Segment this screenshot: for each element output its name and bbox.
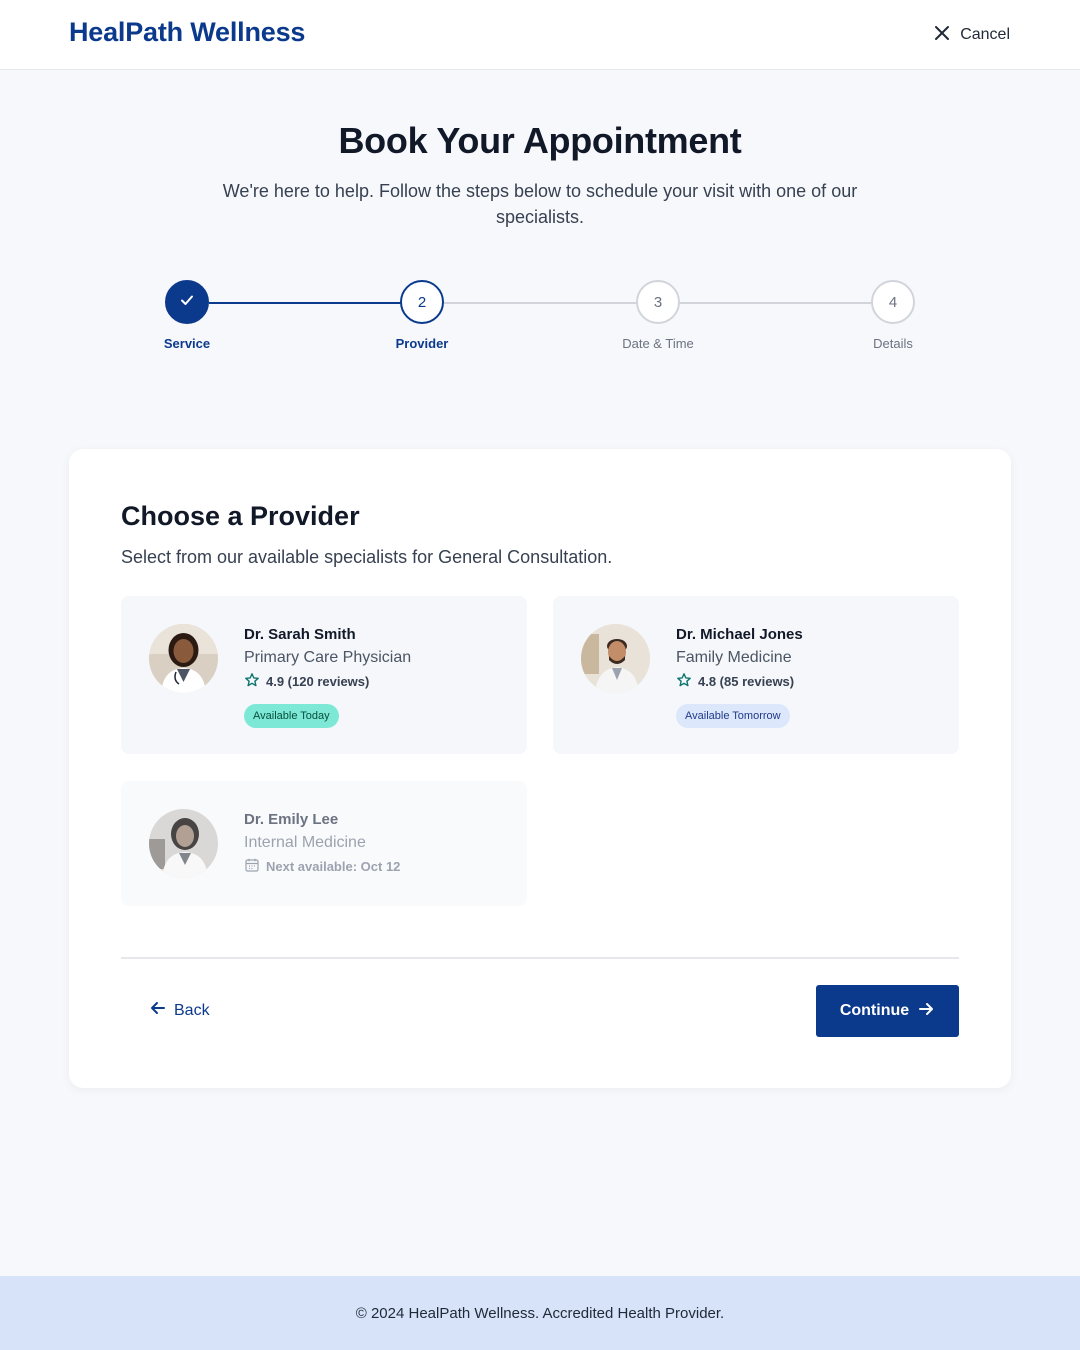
back-button[interactable]: Back bbox=[149, 999, 210, 1022]
calendar-icon bbox=[244, 857, 260, 876]
rating-text: 4.8 (85 reviews) bbox=[698, 674, 795, 689]
provider-specialty: Internal Medicine bbox=[244, 834, 366, 851]
provider-name: Dr. Michael Jones bbox=[676, 626, 803, 643]
next-available-text: Next available: Oct 12 bbox=[266, 859, 401, 874]
progress-stepper: Service 2 Provider 3 Date & Time 4 Detai… bbox=[0, 280, 1080, 360]
avatar bbox=[149, 624, 218, 693]
section-subtitle: Select from our available specialists fo… bbox=[121, 547, 613, 567]
cancel-label: Cancel bbox=[960, 26, 1010, 43]
provider-specialty: Family Medicine bbox=[676, 649, 792, 666]
step-provider[interactable]: 2 Provider bbox=[367, 280, 477, 351]
step-label: Details bbox=[873, 336, 913, 351]
provider-selection-card: Choose a Provider Select from our availa… bbox=[69, 449, 1011, 1088]
star-icon bbox=[676, 672, 692, 691]
avatar bbox=[581, 624, 650, 693]
provider-card-emily-lee[interactable]: Dr. Emily Lee Internal Medicine Next ava… bbox=[121, 781, 527, 906]
step-label: Service bbox=[163, 336, 211, 351]
step-circle: 4 bbox=[871, 280, 915, 324]
step-label: Provider bbox=[395, 336, 449, 351]
step-circle-active: 2 bbox=[400, 280, 444, 324]
provider-info: Dr. Michael Jones Family Medicine 4.8 (8… bbox=[676, 626, 803, 728]
step-date-time[interactable]: 3 Date & Time bbox=[603, 280, 713, 351]
page-subtitle: We're here to help. Follow the steps bel… bbox=[222, 181, 858, 227]
step-details[interactable]: 4 Details bbox=[838, 280, 948, 351]
step-label: Date & Time bbox=[622, 336, 694, 351]
arrow-left-icon bbox=[149, 999, 167, 1022]
footer-copyright: © 2024 HealPath Wellness. Accredited Hea… bbox=[355, 1304, 725, 1322]
continue-label: Continue bbox=[839, 1002, 910, 1019]
provider-info: Dr. Emily Lee Internal Medicine Next ava… bbox=[244, 811, 400, 876]
provider-info: Dr. Sarah Smith Primary Care Physician 4… bbox=[244, 626, 411, 728]
provider-rating: 4.8 (85 reviews) bbox=[676, 672, 803, 691]
footer: © 2024 HealPath Wellness. Accredited Hea… bbox=[0, 1276, 1080, 1350]
check-icon bbox=[178, 291, 196, 313]
provider-card-michael-jones[interactable]: Dr. Michael Jones Family Medicine 4.8 (8… bbox=[553, 596, 959, 754]
avatar bbox=[149, 809, 218, 878]
next-available: Next available: Oct 12 bbox=[244, 857, 400, 876]
star-icon bbox=[244, 672, 260, 691]
divider bbox=[121, 957, 959, 959]
provider-specialty: Primary Care Physician bbox=[244, 649, 412, 666]
cancel-button[interactable]: Cancel bbox=[932, 22, 1010, 48]
continue-button[interactable]: Continue bbox=[816, 985, 959, 1037]
close-icon bbox=[932, 23, 952, 48]
top-bar: HealPath Wellness Cancel bbox=[0, 0, 1080, 70]
provider-rating: 4.9 (120 reviews) bbox=[244, 672, 411, 691]
availability-badge: Available Today bbox=[244, 704, 339, 728]
section-title: Choose a Provider bbox=[121, 501, 360, 531]
step-circle: 3 bbox=[636, 280, 680, 324]
provider-card-sarah-smith[interactable]: Dr. Sarah Smith Primary Care Physician 4… bbox=[121, 596, 527, 754]
arrow-right-icon bbox=[917, 1000, 935, 1023]
step-service[interactable]: Service bbox=[132, 280, 242, 351]
provider-name: Dr. Sarah Smith bbox=[244, 626, 356, 643]
rating-text: 4.9 (120 reviews) bbox=[266, 674, 370, 689]
page-title: Book Your Appointment bbox=[338, 120, 742, 161]
availability-badge: Available Tomorrow bbox=[676, 704, 790, 728]
step-circle-complete bbox=[165, 280, 209, 324]
provider-name: Dr. Emily Lee bbox=[244, 811, 339, 828]
brand-logo[interactable]: HealPath Wellness bbox=[69, 17, 305, 48]
back-label: Back bbox=[174, 1001, 210, 1019]
